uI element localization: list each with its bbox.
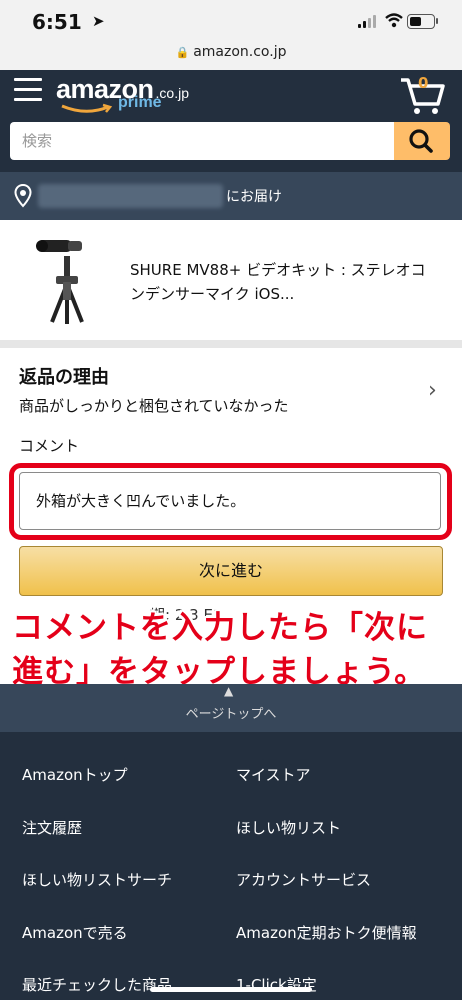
search-input[interactable]: 検索 [10, 122, 394, 160]
annotation-line-1: コメントを入力したら「次に [12, 610, 428, 646]
footer-link-wishlist[interactable]: ほしい物リスト [236, 817, 341, 838]
battery-tip [436, 18, 438, 24]
battery-icon [407, 14, 435, 29]
footer-link-my-store[interactable]: マイストア [236, 764, 311, 785]
search-button[interactable] [394, 122, 450, 160]
location-arrow-icon: ➤ [92, 12, 105, 30]
footer-link-subscribe-save[interactable]: Amazon定期おトク便情報 [236, 922, 417, 943]
comment-label: コメント [19, 437, 80, 455]
product-title[interactable]: SHURE MV88+ ビデオキット : ステレオコンデンサーマイク iOS..… [130, 258, 440, 306]
page-top-link[interactable]: ページトップへ [0, 703, 462, 722]
status-time: 6:51 [32, 10, 82, 34]
return-reason-value[interactable]: 商品がしっかりと梱包されていなかった [19, 395, 289, 416]
return-reason-heading: 返品の理由 [19, 367, 109, 388]
amazon-smile-icon [61, 103, 113, 113]
footer-link-order-history[interactable]: 注文履歴 [22, 817, 82, 838]
footer-link-account[interactable]: アカウントサービス [236, 869, 371, 890]
home-indicator[interactable] [150, 987, 312, 992]
footer-link-wishlist-search[interactable]: ほしい物リストサーチ [22, 869, 172, 890]
location-pin-icon [14, 184, 32, 208]
search-icon [409, 129, 433, 153]
product-image [36, 240, 84, 324]
comment-textarea[interactable]: 外箱が大きく凹んでいました。 [19, 472, 441, 530]
wifi-icon [385, 13, 403, 28]
prime-label: prime [118, 94, 162, 111]
next-button[interactable]: 次に進む [19, 546, 443, 596]
footer-nav: Amazonトップ 注文履歴 ほしい物リストサーチ Amazonで売る 最近チェ… [0, 732, 462, 1000]
hamburger-menu-icon[interactable] [14, 78, 42, 104]
deliver-to-label: にお届け [226, 189, 282, 205]
cart-count-badge: 0 [418, 74, 429, 92]
footer-link-recently-viewed[interactable]: 最近チェックした商品 [22, 974, 172, 995]
footer-link-sell[interactable]: Amazonで売る [22, 922, 128, 943]
cell-signal-icon [358, 14, 378, 28]
footer-link-amazon-top[interactable]: Amazonトップ [22, 764, 128, 785]
section-divider [0, 340, 462, 348]
url-display[interactable]: 🔒 amazon.co.jp [0, 44, 462, 60]
blurred-address [38, 184, 223, 208]
lock-icon: 🔒 [175, 46, 190, 59]
url-text: amazon.co.jp [193, 44, 287, 60]
instruction-annotation: コメントを入力したら「次に 進む」をタップしましょう。 [12, 606, 452, 694]
chevron-right-icon[interactable]: › [428, 378, 437, 403]
caret-up-icon: ▲ [224, 684, 234, 698]
